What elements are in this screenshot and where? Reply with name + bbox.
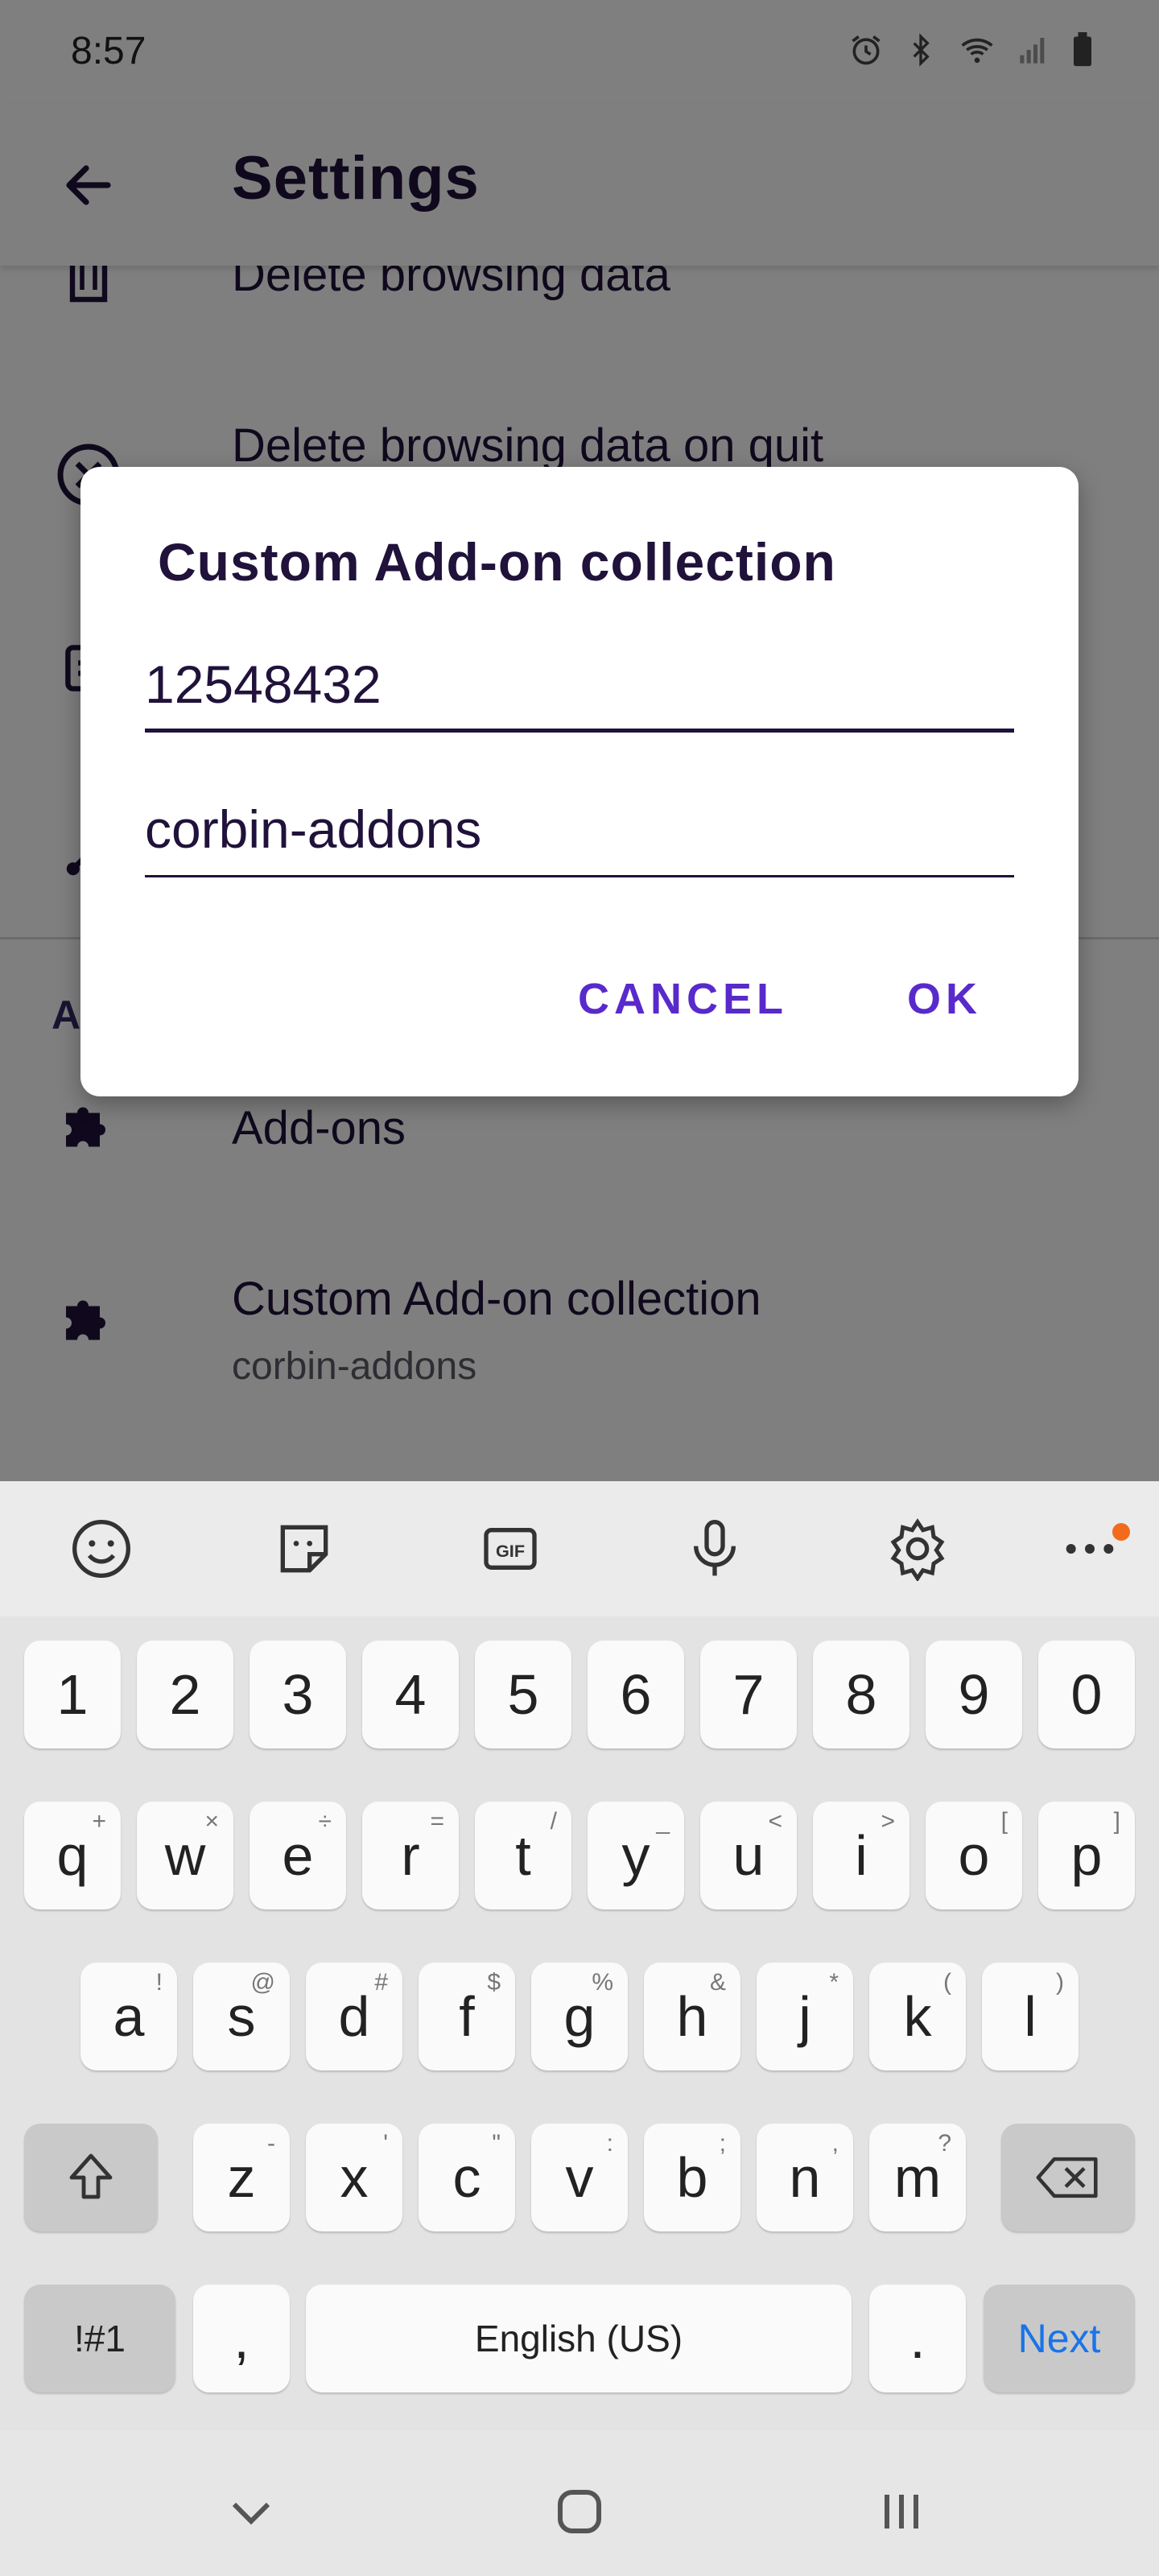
key-r[interactable]: r = [362, 1802, 459, 1909]
collection-name-input[interactable] [145, 789, 1014, 869]
key-t[interactable]: t / [475, 1802, 571, 1909]
key-1[interactable]: 1 [24, 1641, 121, 1748]
keyboard-toolbar: GIF [0, 1481, 1159, 1616]
key-0[interactable]: 0 [1038, 1641, 1135, 1748]
collection-owner-field[interactable] [145, 644, 1014, 733]
key-q[interactable]: q + [24, 1802, 121, 1909]
key-l[interactable]: l) [982, 1963, 1079, 2070]
key-2[interactable]: 2 [137, 1641, 233, 1748]
hide-keyboard-button[interactable] [211, 2471, 291, 2552]
gif-label: GIF [496, 1541, 525, 1561]
keyboard-keys: 1 2 3 4 5 6 7 8 9 0 q + w × e ÷ r = t / y _ u <… [0, 1616, 1159, 2431]
key-e[interactable]: e ÷ [250, 1802, 346, 1909]
key-a[interactable]: a! [80, 1963, 177, 2070]
collection-name-field[interactable] [145, 789, 1014, 877]
field-underline-focused [145, 729, 1014, 733]
key-v[interactable]: v: [531, 2124, 628, 2231]
field-underline [145, 875, 1014, 877]
key-n[interactable]: n, [757, 2124, 853, 2231]
key-i[interactable]: i > [813, 1802, 909, 1909]
key-g[interactable]: g% [531, 1963, 628, 2070]
key-o[interactable]: o[ [926, 1802, 1022, 1909]
key-s[interactable]: s @ [193, 1963, 290, 2070]
comma-key[interactable]: , [193, 2285, 290, 2392]
recents-icon [885, 2495, 918, 2529]
space-key[interactable]: English (US) [306, 2285, 852, 2392]
next-key[interactable]: Next [984, 2285, 1135, 2392]
key-x[interactable]: x ' [306, 2124, 402, 2231]
hide-keyboard-icon [232, 2502, 270, 2525]
backspace-icon [1036, 2157, 1098, 2198]
key-j[interactable]: j * [757, 1963, 853, 2070]
key-w[interactable]: w × [137, 1802, 233, 1909]
gif-icon[interactable]: GIF [472, 1510, 549, 1587]
shift-icon [69, 2153, 113, 2199]
key-d[interactable]: d # [306, 1963, 402, 2070]
soft-keyboard: GIF 1 2 3 4 5 6 7 8 9 0 q + w × e ÷ r = t / y… [0, 1481, 1159, 2431]
key-7[interactable]: 7 [700, 1641, 797, 1748]
key-k[interactable]: k( [869, 1963, 966, 2070]
dialog-actions: CANCEL OK [578, 974, 982, 1024]
custom-addon-dialog: Custom Add-on collection CANCEL OK [80, 467, 1079, 1096]
key-u[interactable]: u < [700, 1802, 797, 1909]
key-p[interactable]: p] [1038, 1802, 1135, 1909]
home-button[interactable] [539, 2471, 620, 2552]
notification-dot [1112, 1523, 1130, 1541]
navigation-bar [0, 2431, 1159, 2576]
key-h[interactable]: h & [644, 1963, 740, 2070]
more-icon[interactable] [1051, 1510, 1130, 1587]
home-icon [558, 2490, 601, 2533]
key-b[interactable]: b; [644, 2124, 740, 2231]
key-4[interactable]: 4 [362, 1641, 459, 1748]
emoji-icon[interactable] [63, 1510, 140, 1587]
microphone-icon[interactable] [676, 1510, 753, 1587]
symbols-key[interactable]: !#1 [24, 2285, 175, 2392]
key-8[interactable]: 8 [813, 1641, 909, 1748]
key-5[interactable]: 5 [475, 1641, 571, 1748]
shift-key[interactable] [24, 2124, 158, 2231]
cancel-button[interactable]: CANCEL [578, 974, 788, 1024]
key-z[interactable]: z- [193, 2124, 290, 2231]
key-3[interactable]: 3 [250, 1641, 346, 1748]
key-f[interactable]: f $ [419, 1963, 515, 2070]
recents-button[interactable] [861, 2471, 942, 2552]
sticker-icon[interactable] [266, 1510, 343, 1587]
key-m[interactable]: m? [869, 2124, 966, 2231]
key-y[interactable]: y _ [588, 1802, 684, 1909]
collection-owner-input[interactable] [145, 644, 1014, 724]
period-key[interactable]: . [869, 2285, 966, 2392]
dialog-title: Custom Add-on collection [158, 532, 836, 592]
ok-button[interactable]: OK [907, 974, 982, 1024]
settings-gear-icon[interactable] [879, 1510, 956, 1587]
key-9[interactable]: 9 [926, 1641, 1022, 1748]
key-c[interactable]: c " [419, 2124, 515, 2231]
backspace-key[interactable] [1001, 2124, 1135, 2231]
key-6[interactable]: 6 [588, 1641, 684, 1748]
